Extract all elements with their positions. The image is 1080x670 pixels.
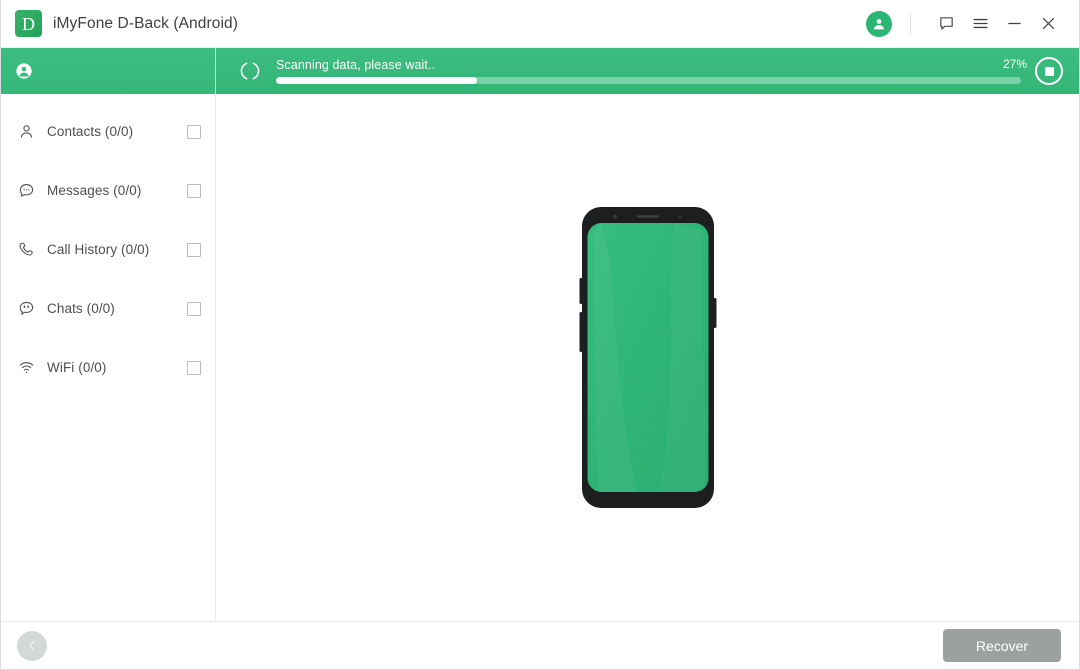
phone-handset-icon xyxy=(15,241,37,258)
account-circle-icon[interactable] xyxy=(866,10,892,37)
app-logo-letter: D xyxy=(22,13,35,34)
android-phone-illustration xyxy=(579,207,716,508)
app-window: D iMyFone D-Back (Android) Contacts (0/0… xyxy=(0,0,1080,670)
titlebar-divider xyxy=(910,13,911,34)
scan-status-group: Scanning data, please wait.. xyxy=(276,58,1021,84)
sidebar-item-label: Contacts (0/0) xyxy=(47,124,134,139)
sidebar-checkbox-contacts[interactable] xyxy=(187,124,201,139)
progress-percent-label: 27% xyxy=(1002,57,1027,71)
sidebar-item-call-history[interactable]: Call History (0/0) xyxy=(1,220,215,279)
sidebar-checkbox-call-history[interactable] xyxy=(187,242,201,257)
loading-spinner-icon xyxy=(238,59,262,83)
chats-bubble-icon xyxy=(15,300,37,317)
scan-status-text: Scanning data, please wait.. xyxy=(276,58,436,72)
message-bubble-icon xyxy=(15,182,37,199)
sidebar-nav: Contacts (0/0) Messages (0/0) Call Histo… xyxy=(1,94,215,397)
hamburger-menu-icon[interactable] xyxy=(963,7,997,41)
sidebar: Contacts (0/0) Messages (0/0) Call Histo… xyxy=(1,48,216,621)
progress-track xyxy=(276,77,1021,84)
sidebar-item-label: Call History (0/0) xyxy=(47,242,150,257)
sidebar-item-contacts[interactable]: Contacts (0/0) xyxy=(1,102,215,161)
sidebar-checkbox-chats[interactable] xyxy=(187,301,201,316)
sidebar-item-messages[interactable]: Messages (0/0) xyxy=(1,161,215,220)
title-bar-controls xyxy=(866,7,1065,41)
wifi-icon xyxy=(15,359,37,376)
footer-bar: Recover xyxy=(1,621,1079,669)
title-bar: D iMyFone D-Back (Android) xyxy=(1,0,1079,48)
app-logo-icon: D xyxy=(15,10,42,37)
device-header[interactable] xyxy=(1,48,215,94)
sidebar-item-label: Messages (0/0) xyxy=(47,183,142,198)
recover-button[interactable]: Recover xyxy=(943,629,1061,662)
main-panel: Scanning data, please wait.. 27% xyxy=(216,48,1079,621)
content-canvas xyxy=(216,94,1079,621)
sidebar-item-label: WiFi (0/0) xyxy=(47,360,107,375)
stop-scan-button[interactable] xyxy=(1035,57,1063,85)
contact-person-icon xyxy=(15,123,37,140)
scan-progress-bar: Scanning data, please wait.. 27% xyxy=(216,48,1079,94)
stop-square-icon xyxy=(1044,66,1054,76)
feedback-chat-icon[interactable] xyxy=(929,7,963,41)
back-chevron-button[interactable] xyxy=(17,630,47,661)
close-icon[interactable] xyxy=(1031,7,1065,41)
user-circle-icon xyxy=(15,62,33,80)
sidebar-item-chats[interactable]: Chats (0/0) xyxy=(1,279,215,338)
progress-fill xyxy=(276,77,478,84)
window-body: Contacts (0/0) Messages (0/0) Call Histo… xyxy=(1,48,1079,621)
minimize-icon[interactable] xyxy=(997,7,1031,41)
device-name-redacted xyxy=(43,63,203,80)
sidebar-checkbox-wifi[interactable] xyxy=(187,360,201,375)
app-title: iMyFone D-Back (Android) xyxy=(53,14,239,32)
sidebar-checkbox-messages[interactable] xyxy=(187,183,201,198)
sidebar-item-label: Chats (0/0) xyxy=(47,301,115,316)
sidebar-item-wifi[interactable]: WiFi (0/0) xyxy=(1,338,215,397)
